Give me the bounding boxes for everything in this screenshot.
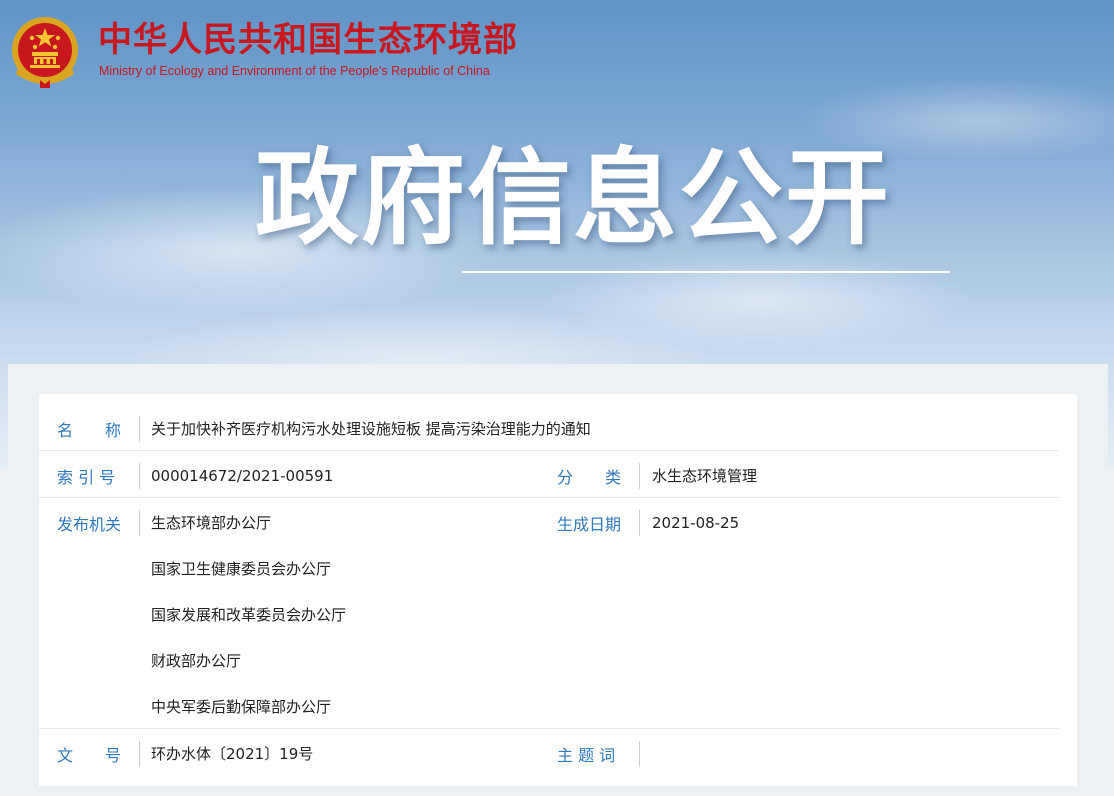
index-label: 索 引 号 (57, 468, 116, 487)
issuer-item: 国家发展和改革委员会办公厅 (151, 606, 347, 624)
divider (639, 510, 640, 536)
category-label: 分 类 (557, 468, 622, 487)
date-value: 2021-08-25 (652, 514, 740, 532)
divider (139, 510, 140, 536)
divider (139, 463, 140, 489)
info-row-issuer: 发布机关 生态环境部办公厅 国家卫生健康委员会办公厅 国家发展和改革委员会办公厅… (39, 498, 1059, 729)
name-label: 名 称 (57, 421, 122, 440)
doc-no-label: 文 号 (57, 746, 122, 765)
info-card: 名 称 关于加快补齐医疗机构污水处理设施短板 提高污染治理能力的通知 索 引 号… (39, 394, 1077, 786)
date-label: 生成日期 (557, 515, 622, 534)
issuer-item: 中央军委后勤保障部办公厅 (151, 698, 332, 716)
info-row-index: 索 引 号 000014672/2021-00591 分 类 水生态环境管理 (39, 451, 1059, 498)
site-title-cn[interactable]: 中华人民共和国生态环境部 (98, 18, 518, 62)
divider (139, 416, 140, 442)
page: 中华人民共和国生态环境部 Ministry of Ecology and Env… (0, 0, 1114, 796)
divider (139, 741, 140, 767)
issuer-item: 财政部办公厅 (151, 652, 242, 670)
national-emblem-icon[interactable] (8, 14, 82, 90)
info-row-doc-no: 文 号 环办水体〔2021〕19号 主 题 词 (39, 729, 1059, 775)
issuer-item: 生态环境部办公厅 (151, 514, 272, 532)
issuer-item: 国家卫生健康委员会办公厅 (151, 560, 332, 578)
issuer-label: 发布机关 (57, 515, 122, 534)
name-value: 关于加快补齐医疗机构污水处理设施短板 提高污染治理能力的通知 (151, 420, 591, 438)
subject-label: 主 题 词 (557, 746, 616, 765)
banner-title: 政府信息公开 (255, 137, 892, 259)
site-title-en[interactable]: Ministry of Ecology and Environment of t… (99, 64, 490, 78)
index-value: 000014672/2021-00591 (151, 467, 334, 485)
divider (639, 463, 640, 489)
divider (639, 741, 640, 767)
doc-no-value: 环办水体〔2021〕19号 (151, 745, 314, 763)
banner-divider (462, 271, 950, 273)
category-value: 水生态环境管理 (652, 467, 758, 485)
info-row-name: 名 称 关于加快补齐医疗机构污水处理设施短板 提高污染治理能力的通知 (39, 404, 1059, 451)
